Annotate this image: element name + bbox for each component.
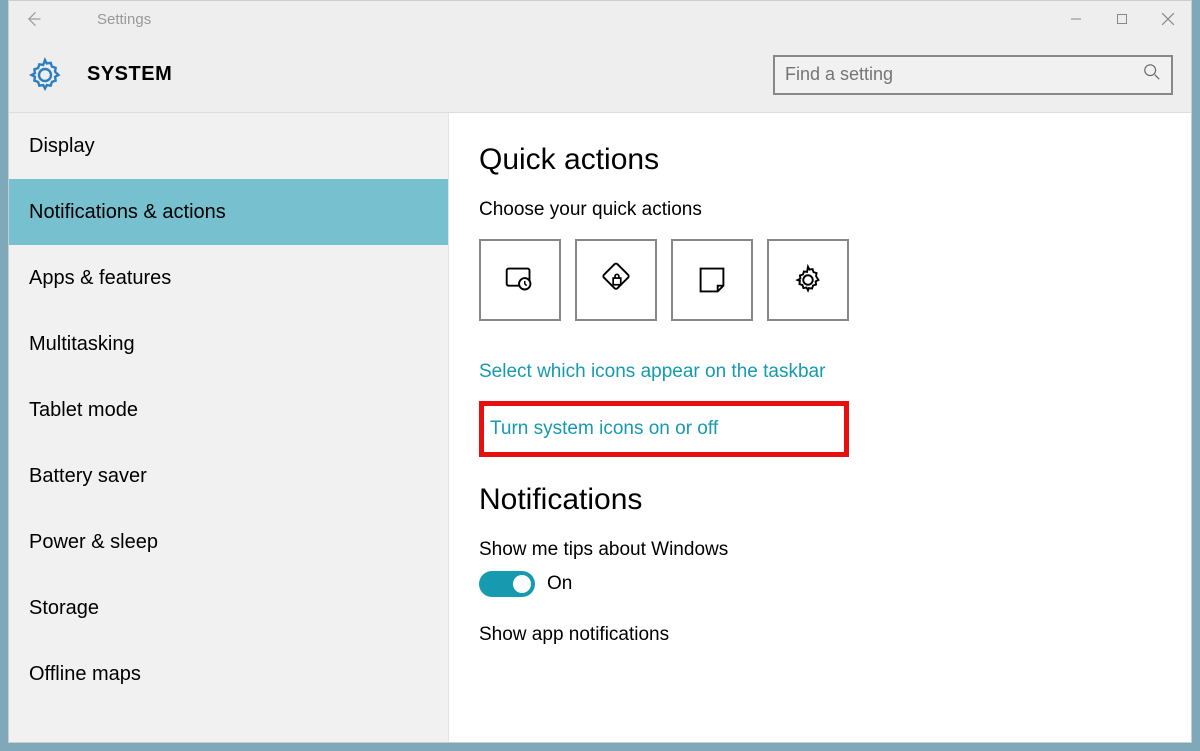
quick-actions-heading: Quick actions (479, 143, 1151, 177)
sidebar-item-apps[interactable]: Apps & features (9, 245, 448, 311)
sidebar-item-offline-maps[interactable]: Offline maps (9, 641, 448, 707)
note-icon (693, 261, 731, 299)
sidebar-item-notifications[interactable]: Notifications & actions (9, 179, 448, 245)
gear-icon (27, 57, 63, 93)
sidebar-item-storage[interactable]: Storage (9, 575, 448, 641)
toggle-tips[interactable]: On (479, 571, 572, 597)
search-icon (1143, 63, 1161, 86)
toggle-app-label: Show app notifications (479, 624, 1151, 646)
sidebar-item-label: Tablet mode (29, 399, 138, 422)
window-title: Settings (57, 11, 1053, 28)
settings-icon (789, 261, 827, 299)
content: Quick actions Choose your quick actions … (449, 113, 1191, 742)
sidebar-item-label: Notifications & actions (29, 201, 226, 224)
sidebar-item-display[interactable]: Display (9, 113, 448, 179)
close-button[interactable] (1145, 1, 1191, 37)
notifications-heading: Notifications (479, 483, 1151, 517)
link-system-icons[interactable]: Turn system icons on or off (490, 418, 838, 440)
arrow-left-icon (23, 9, 43, 29)
sidebar-item-label: Multitasking (29, 333, 135, 356)
toggle-tips-label: Show me tips about Windows (479, 539, 1151, 561)
tablet-mode-icon (501, 261, 539, 299)
settings-window: Settings SYSTEM Display Notifications & … (8, 0, 1192, 743)
toggle-track (479, 571, 535, 597)
toggle-tips-state: On (547, 573, 572, 595)
sidebar-item-tablet-mode[interactable]: Tablet mode (9, 377, 448, 443)
quick-action-tablet-mode[interactable] (479, 239, 561, 321)
sidebar-item-label: Power & sleep (29, 531, 158, 554)
toggle-tips-row: Show me tips about Windows On (479, 539, 1151, 602)
sidebar-item-label: Battery saver (29, 465, 147, 488)
sidebar-item-label: Apps & features (29, 267, 171, 290)
sidebar-item-label: Storage (29, 597, 99, 620)
header: SYSTEM (9, 37, 1191, 113)
sidebar-item-battery[interactable]: Battery saver (9, 443, 448, 509)
system-heading: SYSTEM (87, 63, 773, 86)
sidebar-item-label: Offline maps (29, 663, 141, 686)
quick-action-note[interactable] (671, 239, 753, 321)
quick-action-rotation-lock[interactable] (575, 239, 657, 321)
minimize-icon (1070, 13, 1082, 25)
minimize-button[interactable] (1053, 1, 1099, 37)
quick-action-settings[interactable] (767, 239, 849, 321)
highlight-box: Turn system icons on or off (479, 401, 849, 457)
toggle-knob (513, 575, 531, 593)
maximize-icon (1116, 13, 1128, 25)
close-icon (1161, 12, 1175, 26)
maximize-button[interactable] (1099, 1, 1145, 37)
sidebar: Display Notifications & actions Apps & f… (9, 113, 449, 742)
body: Display Notifications & actions Apps & f… (9, 113, 1191, 742)
quick-actions-row (479, 239, 1151, 321)
sidebar-item-power[interactable]: Power & sleep (9, 509, 448, 575)
back-button[interactable] (9, 9, 57, 29)
search-box[interactable] (773, 55, 1173, 95)
search-input[interactable] (785, 64, 1143, 85)
sidebar-item-multitasking[interactable]: Multitasking (9, 311, 448, 377)
sidebar-item-label: Display (29, 135, 95, 158)
toggle-app-row: Show app notifications (479, 624, 1151, 646)
rotation-lock-icon (597, 261, 635, 299)
titlebar: Settings (9, 1, 1191, 37)
quick-actions-subtitle: Choose your quick actions (479, 199, 1151, 221)
link-taskbar-icons[interactable]: Select which icons appear on the taskbar (479, 361, 1151, 383)
